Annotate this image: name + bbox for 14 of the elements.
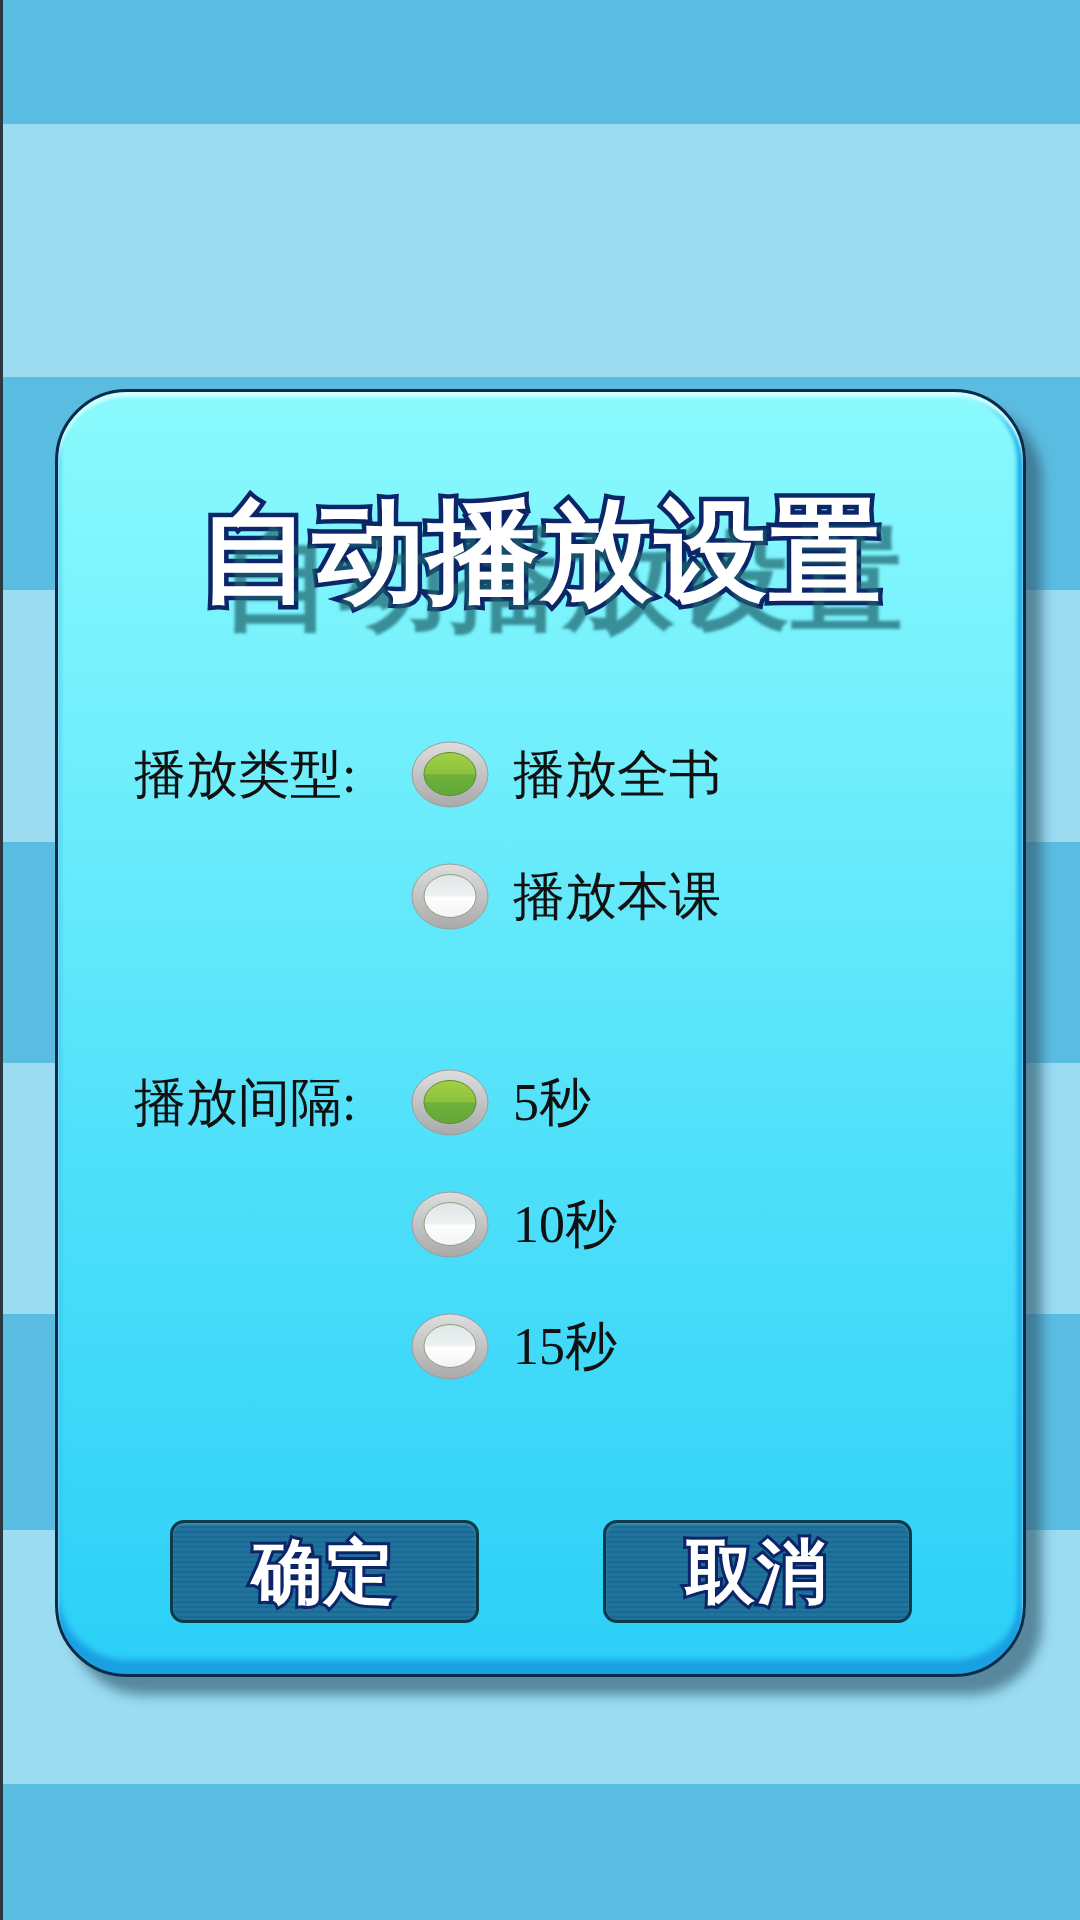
cancel-button[interactable]: 取消 xyxy=(602,1520,912,1623)
radio-option[interactable]: 5秒 xyxy=(411,1069,617,1136)
confirm-button[interactable]: 确定 xyxy=(169,1520,479,1623)
radio-option[interactable]: 播放本课 xyxy=(411,863,721,930)
radio-option[interactable]: 播放全书 xyxy=(411,741,721,808)
radio-icon[interactable] xyxy=(411,741,489,808)
radio-option[interactable]: 10秒 xyxy=(411,1191,617,1258)
radio-icon[interactable] xyxy=(411,1313,489,1380)
radio-icon[interactable] xyxy=(411,1191,489,1258)
radio-option[interactable]: 15秒 xyxy=(411,1313,617,1380)
setting-label: 播放间隔: xyxy=(134,1072,358,1133)
setting-label: 播放类型: xyxy=(134,744,358,805)
radio-icon[interactable] xyxy=(411,863,489,930)
radio-icon[interactable] xyxy=(411,1069,489,1136)
